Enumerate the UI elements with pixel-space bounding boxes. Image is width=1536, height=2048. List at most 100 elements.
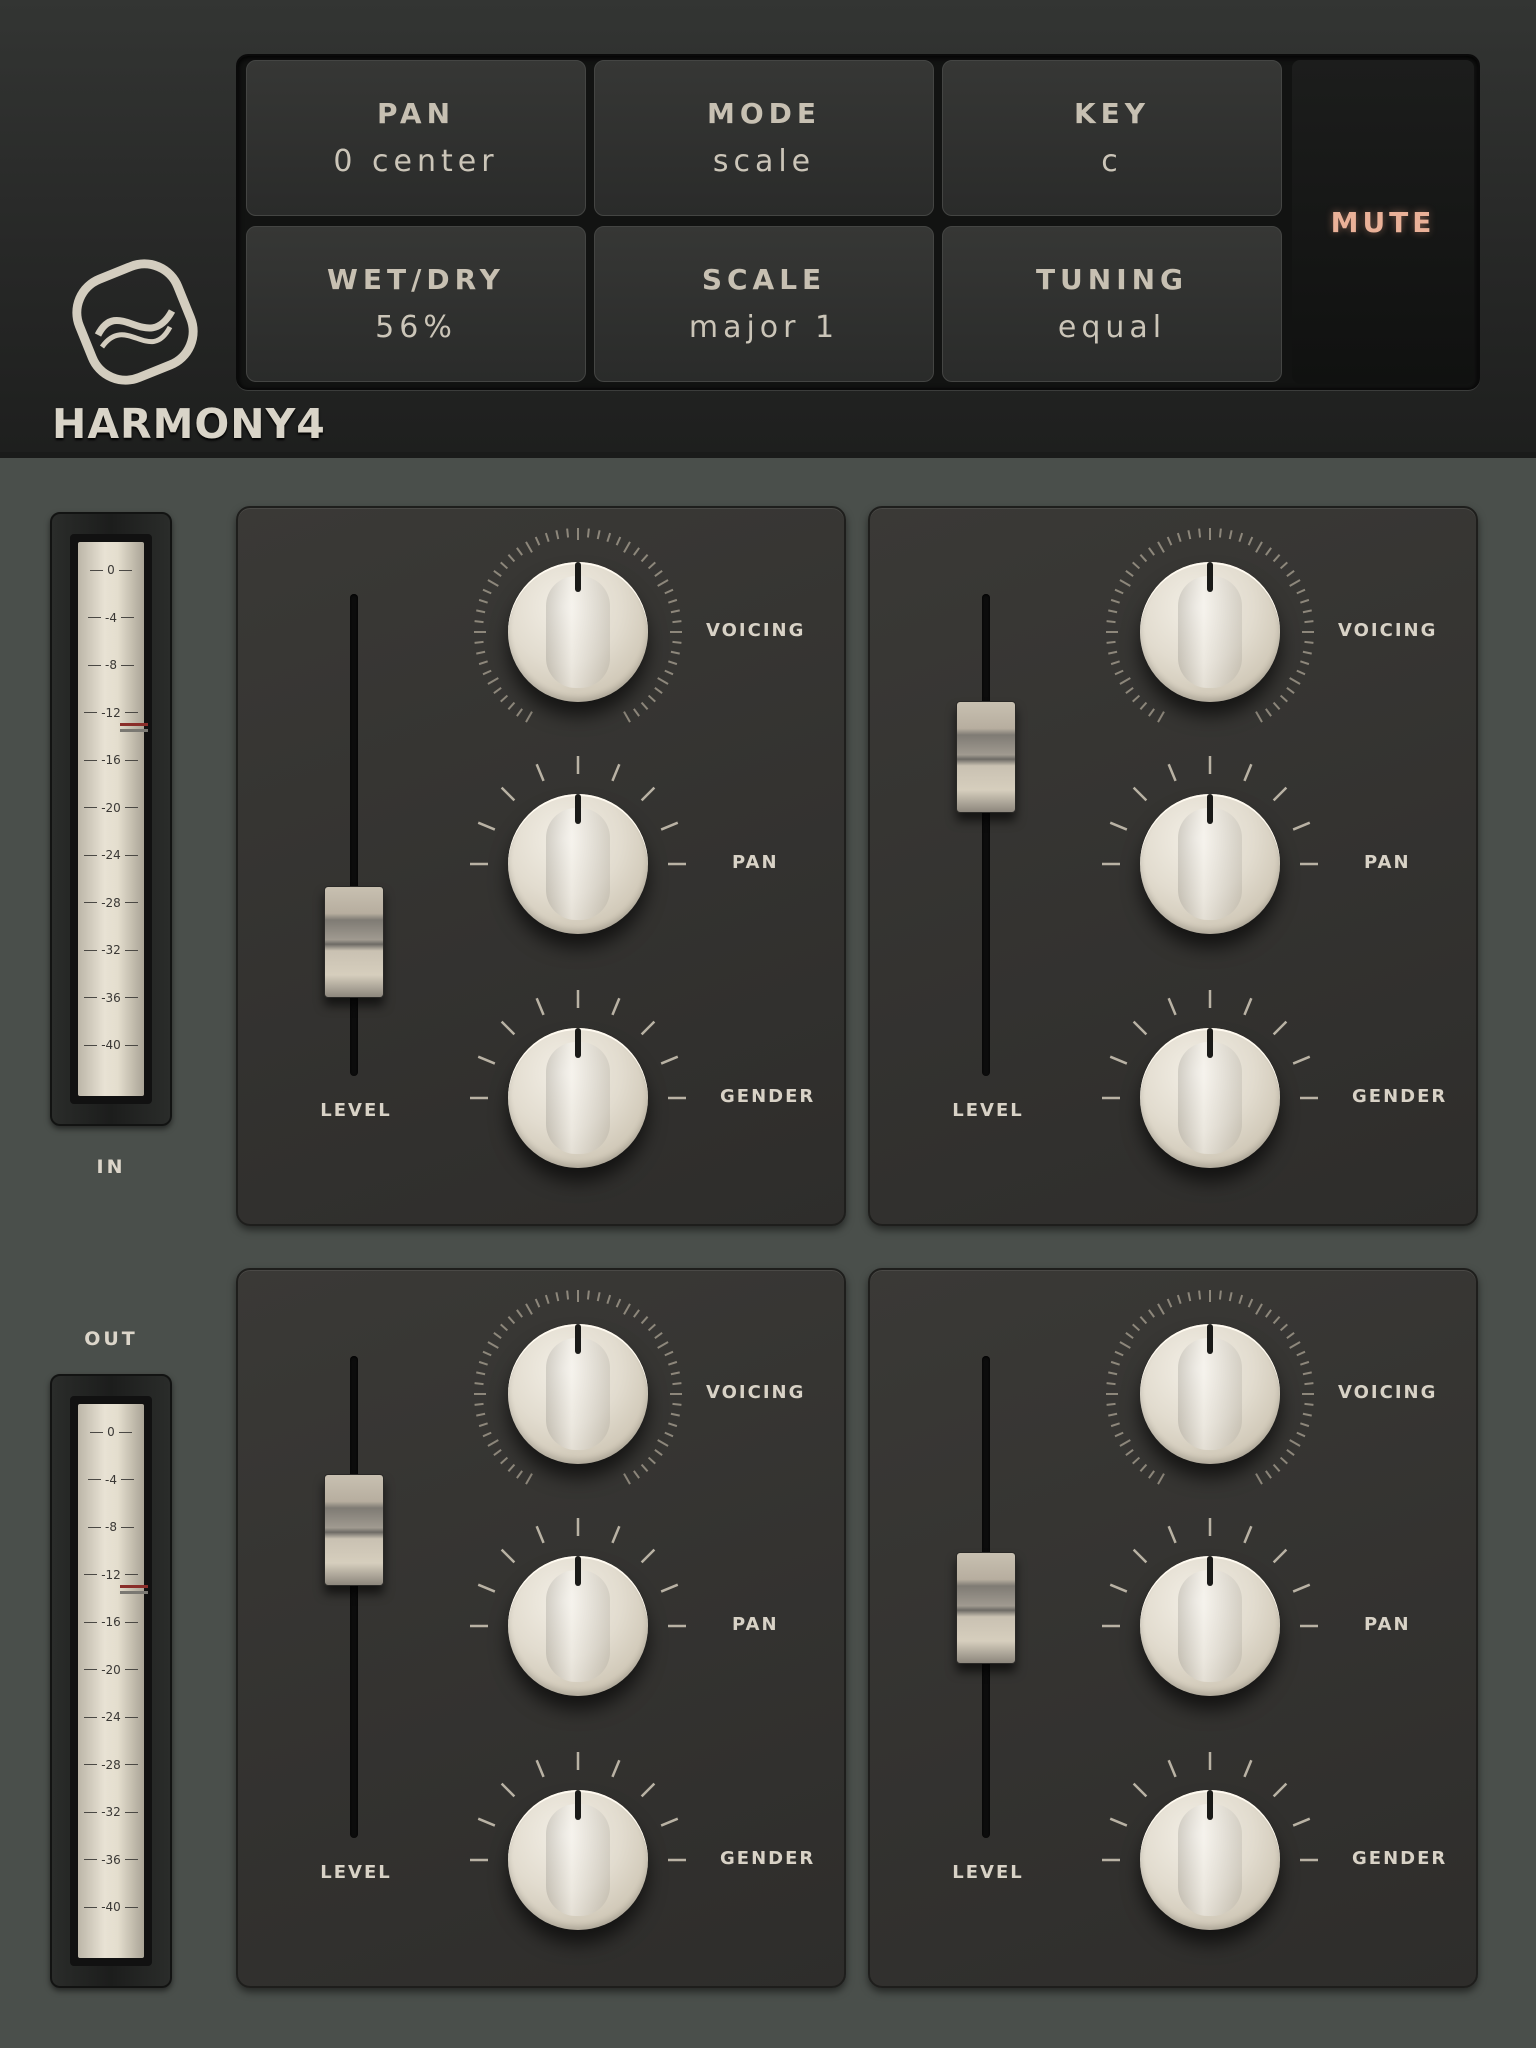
pan-knob-1[interactable] xyxy=(468,754,688,974)
level-label: LEVEL xyxy=(320,1100,392,1121)
meter-tick: -28 xyxy=(78,896,144,910)
level-fader-handle[interactable] xyxy=(956,701,1016,814)
tuning-cell-value: equal xyxy=(1057,310,1167,345)
voicing-pointer xyxy=(575,562,581,592)
voicing-knob-1[interactable] xyxy=(468,522,688,742)
pan-cell[interactable]: PAN 0 center xyxy=(246,60,586,216)
scale-cell-value: major 1 xyxy=(688,310,840,345)
gender-knob-4[interactable] xyxy=(1100,1750,1320,1970)
meter-tick: -12 xyxy=(78,706,144,720)
voicing-knob-3[interactable] xyxy=(468,1284,688,1504)
mute-button-label: MUTE xyxy=(1330,205,1436,239)
output-meter: 0 -4 -8 -12 -16 -20 -24 -28 -32 -36 -40 xyxy=(50,1374,172,1988)
meter-tick: -32 xyxy=(78,943,144,957)
meter-tick: -24 xyxy=(78,1710,144,1724)
voice-panel-4: LEVEL VOICING PAN GENDER xyxy=(868,1268,1478,1988)
meter-tick: -36 xyxy=(78,1853,144,1867)
mode-cell[interactable]: MODE scale xyxy=(594,60,934,216)
level-label: LEVEL xyxy=(320,1862,392,1883)
level-label: LEVEL xyxy=(952,1862,1024,1883)
voicing-knob-cap[interactable] xyxy=(508,1324,648,1464)
meter-tick: -16 xyxy=(78,753,144,767)
gender-knob-2[interactable] xyxy=(1100,988,1320,1208)
gender-knob-cap[interactable] xyxy=(1140,1790,1280,1930)
gender-pointer xyxy=(1207,1028,1213,1058)
meter-tick: -8 xyxy=(78,1520,144,1534)
gender-label: GENDER xyxy=(1352,1086,1448,1107)
wet-dry-cell-label: WET/DRY xyxy=(327,263,505,296)
pan-knob-cap[interactable] xyxy=(508,1556,648,1696)
voicing-knob-4[interactable] xyxy=(1100,1284,1320,1504)
voicing-knob-cap[interactable] xyxy=(508,562,648,702)
output-meter-scale: 0 -4 -8 -12 -16 -20 -24 -28 -32 -36 -40 xyxy=(78,1404,148,1958)
gender-knob-cap[interactable] xyxy=(1140,1028,1280,1168)
pan-label: PAN xyxy=(1364,852,1411,873)
wet-dry-cell[interactable]: WET/DRY 56% xyxy=(246,226,586,382)
header: HARMONY4 PAN 0 center MODE scale KEY c W… xyxy=(0,0,1536,458)
pan-knob-4[interactable] xyxy=(1100,1516,1320,1736)
pan-cell-value: 0 center xyxy=(333,144,499,179)
level-fader-handle[interactable] xyxy=(324,886,384,999)
meter-tick: -4 xyxy=(78,1473,144,1487)
meter-tick: -8 xyxy=(78,658,144,672)
gender-knob-3[interactable] xyxy=(468,1750,688,1970)
voicing-pointer xyxy=(575,1324,581,1354)
voice-panel-3: LEVEL VOICING PAN GENDER xyxy=(236,1268,846,1988)
pan-label: PAN xyxy=(732,1614,779,1635)
pan-knob-cap[interactable] xyxy=(1140,794,1280,934)
level-fader-track[interactable] xyxy=(350,594,358,1076)
gender-pointer xyxy=(1207,1790,1213,1820)
mode-cell-value: scale xyxy=(712,144,816,179)
voicing-pointer xyxy=(1207,562,1213,592)
harmony-logo-icon xyxy=(72,259,198,385)
scale-cell-label: SCALE xyxy=(701,263,827,296)
input-meter-label: IN xyxy=(96,1156,126,1178)
peak-hold-indicator xyxy=(120,1590,148,1594)
tuning-cell[interactable]: TUNING equal xyxy=(942,226,1282,382)
scale-cell[interactable]: SCALE major 1 xyxy=(594,226,934,382)
pan-pointer xyxy=(1207,794,1213,824)
gender-label: GENDER xyxy=(720,1848,816,1869)
key-cell-value: c xyxy=(1101,144,1123,179)
key-cell[interactable]: KEY c xyxy=(942,60,1282,216)
gender-knob-1[interactable] xyxy=(468,988,688,1208)
wet-dry-cell-value: 56% xyxy=(375,310,457,345)
input-meter-scale: 0 -4 -8 -12 -16 -20 -24 -28 -32 -36 -40 xyxy=(78,542,148,1096)
gender-label: GENDER xyxy=(1352,1848,1448,1869)
pan-label: PAN xyxy=(1364,1614,1411,1635)
meter-tick: 0 xyxy=(78,1425,144,1439)
voicing-label: VOICING xyxy=(706,620,806,641)
voicing-pointer xyxy=(1207,1324,1213,1354)
meter-tick: 0 xyxy=(78,563,144,577)
meter-tick: -28 xyxy=(78,1758,144,1772)
input-meter: 0 -4 -8 -12 -16 -20 -24 -28 -32 -36 -40 xyxy=(50,512,172,1126)
pan-cell-label: PAN xyxy=(376,97,456,130)
level-fader-handle[interactable] xyxy=(324,1474,384,1587)
pan-knob-cap[interactable] xyxy=(1140,1556,1280,1696)
voicing-knob-cap[interactable] xyxy=(1140,562,1280,702)
pan-pointer xyxy=(575,794,581,824)
voicing-label: VOICING xyxy=(1338,620,1438,641)
gender-pointer xyxy=(575,1028,581,1058)
pan-knob-cap[interactable] xyxy=(508,794,648,934)
gender-label: GENDER xyxy=(720,1086,816,1107)
meter-tick: -40 xyxy=(78,1900,144,1914)
voicing-label: VOICING xyxy=(1338,1382,1438,1403)
pan-pointer xyxy=(575,1556,581,1586)
gender-knob-cap[interactable] xyxy=(508,1028,648,1168)
parameter-display: PAN 0 center MODE scale KEY c WET/DRY 56… xyxy=(236,54,1480,390)
gender-knob-cap[interactable] xyxy=(508,1790,648,1930)
level-fader-track[interactable] xyxy=(982,594,990,1076)
level-fader-handle[interactable] xyxy=(956,1552,1016,1665)
pan-knob-2[interactable] xyxy=(1100,754,1320,974)
pan-pointer xyxy=(1207,1556,1213,1586)
gender-pointer xyxy=(575,1790,581,1820)
meter-tick: -36 xyxy=(78,991,144,1005)
voicing-knob-2[interactable] xyxy=(1100,522,1320,742)
level-fader-track[interactable] xyxy=(350,1356,358,1838)
mute-button[interactable]: MUTE xyxy=(1292,60,1474,384)
peak-indicator xyxy=(120,722,148,726)
pan-knob-3[interactable] xyxy=(468,1516,688,1736)
voicing-knob-cap[interactable] xyxy=(1140,1324,1280,1464)
tuning-cell-label: TUNING xyxy=(1035,263,1189,296)
